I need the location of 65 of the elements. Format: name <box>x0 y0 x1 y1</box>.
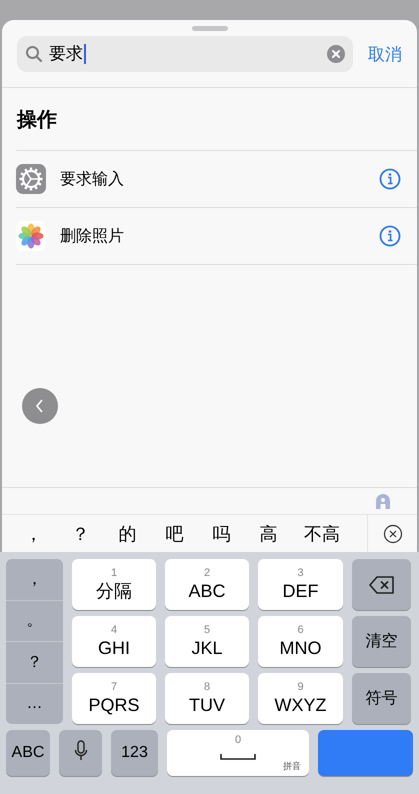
keyboard-key[interactable]: 4 GHI <box>72 616 156 667</box>
key-letters: ABC <box>188 580 226 602</box>
keyboard-key[interactable]: ABC <box>6 730 50 776</box>
search-field[interactable]: 要求 <box>17 36 353 72</box>
keyboard-key[interactable]: 6 MNO <box>258 616 343 667</box>
search-icon <box>25 45 43 63</box>
keyboard-key[interactable]: 2 ABC <box>165 559 249 610</box>
key-digit: 6 <box>297 624 304 636</box>
action-label[interactable]: 要求输入 <box>60 168 379 190</box>
candidate-word[interactable]: 吧 <box>151 522 198 546</box>
key-digit: 0 <box>234 734 242 746</box>
keyboard-key[interactable]: 3 DEF <box>258 559 343 610</box>
space-icon <box>220 754 256 760</box>
key-digit: 9 <box>297 680 304 692</box>
key-letters: 分隔 <box>96 580 132 602</box>
backspace-icon <box>368 576 394 594</box>
close-icon <box>382 524 402 544</box>
candidate-word[interactable]: 吗 <box>198 522 245 546</box>
key-letters: WXYZ <box>274 694 326 716</box>
keyboard-key[interactable]: 7 PQRS <box>72 673 156 724</box>
key-digit: 1 <box>110 566 118 578</box>
search-text[interactable]: 要求 <box>49 44 86 64</box>
candidate-word[interactable]: 的 <box>104 522 151 546</box>
microphone-key[interactable] <box>59 730 102 776</box>
key-letters: DEF <box>282 580 318 602</box>
info-icon[interactable] <box>379 168 401 190</box>
key-letters: JKL <box>191 636 223 660</box>
punctuation-key[interactable]: 。 <box>6 600 63 642</box>
key-digit: 2 <box>204 566 210 578</box>
action-label[interactable]: 删除照片 <box>60 226 379 246</box>
key-letters: GHI <box>98 636 130 660</box>
key-digit: 8 <box>204 680 210 692</box>
section-title: 操作 <box>16 108 58 132</box>
keyboard-key[interactable]: 123 <box>111 730 158 776</box>
punctuation-key[interactable]: ， <box>6 559 63 600</box>
punctuation-key[interactable]: ？ <box>6 642 63 684</box>
drag-handle[interactable] <box>192 26 228 30</box>
key-letters: TUV <box>189 694 225 716</box>
punctuation-key[interactable]: … <box>6 684 63 724</box>
space-key[interactable]: 0 拼音 <box>167 730 309 776</box>
clear-icon[interactable] <box>327 45 345 63</box>
cancel-button[interactable]: 取消 <box>368 42 402 66</box>
key-digit: 3 <box>297 566 304 578</box>
keyboard-key[interactable]: 清空 <box>352 616 411 667</box>
flower-icon <box>16 221 46 251</box>
key-letters: MNO <box>280 636 322 660</box>
key-digit: 4 <box>110 624 118 636</box>
keyboard-key[interactable]: 9 WXYZ <box>258 673 343 724</box>
gear-icon <box>16 164 46 194</box>
info-icon[interactable] <box>379 225 401 247</box>
delete-key[interactable] <box>352 559 411 610</box>
input-mode-label: 拼音 <box>283 760 301 773</box>
candidate-word[interactable]: 高 <box>245 522 292 546</box>
keyboard-key[interactable]: 8 TUV <box>165 673 249 724</box>
back-button[interactable] <box>22 388 58 424</box>
keyboard-key[interactable]: 符号 <box>352 673 411 724</box>
keyboard-key[interactable]: 1 分隔 <box>72 559 156 610</box>
candidate-word[interactable]: 不高 <box>292 522 352 546</box>
candidate-word[interactable]: ， <box>10 522 57 546</box>
key-digit: 5 <box>204 624 210 636</box>
candidate-word[interactable]: ？ <box>57 522 104 546</box>
key-letters: PQRS <box>88 694 140 716</box>
keyboard-key[interactable]: 5 JKL <box>165 616 249 667</box>
key-digit: 7 <box>110 680 118 692</box>
microphone-icon <box>74 740 88 762</box>
